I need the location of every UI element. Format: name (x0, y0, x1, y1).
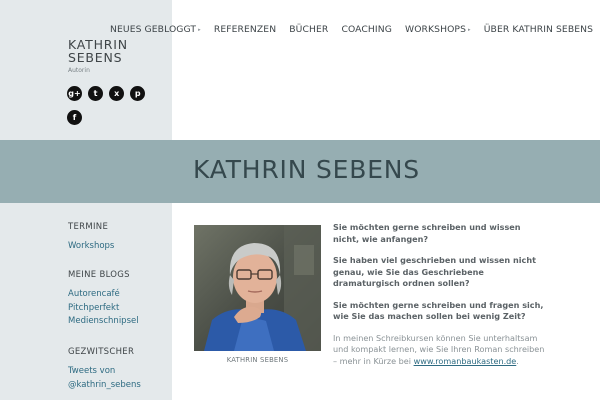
sidebar-section-blogs: MEINE BLOGS Autorencafé Pitchperfekt Med… (68, 270, 139, 329)
page: NEUES GEBLOGGT ▸ REFERENZEN BÜCHER COACHI… (0, 0, 600, 400)
intro-question-3: Sie möchten gerne schreiben und fragen s… (333, 299, 544, 322)
intro-content: Sie möchten gerne schreiben und wissen n… (333, 222, 545, 367)
googleplus-icon[interactable]: g+ (67, 86, 82, 101)
sidebar-link-pitchperfekt[interactable]: Pitchperfekt (68, 302, 139, 316)
nav-item-ueber[interactable]: ÜBER KATHRIN SEBENS (484, 24, 593, 35)
site-brand[interactable]: KATHRIN SEBENS Autorin (68, 38, 128, 74)
nav-item-buecher[interactable]: BÜCHER (289, 24, 328, 35)
nav-item-workshops[interactable]: WORKSHOPS ▸ (405, 24, 471, 35)
sidebar-section-termine: TERMINE Workshops (68, 222, 114, 254)
sidebar-link-medienschnipsel[interactable]: Medienschnipsel (68, 315, 139, 329)
sidebar-section-gezwitscher: GEZWITSCHER Tweets von @kathrin_sebens (68, 347, 141, 392)
xing-icon[interactable]: x (109, 86, 125, 101)
nav-item-coaching[interactable]: COACHING (342, 24, 392, 35)
brand-last-name: SEBENS (68, 50, 123, 65)
caret-right-icon: ▸ (198, 26, 201, 33)
photo-caption: KATHRIN SEBENS (226, 356, 289, 364)
facebook-icon[interactable]: f (67, 110, 82, 125)
sidebar-link-autorencafe[interactable]: Autorencafé (68, 288, 139, 302)
sidebar-heading: TERMINE (68, 222, 109, 232)
intro-question-1: Sie möchten gerne schreiben und wissen n… (333, 222, 521, 244)
sidebar-heading: GEZWITSCHER (68, 347, 135, 357)
portrait-photo (194, 225, 321, 351)
romanbaukasten-link[interactable]: www.romanbaukasten.de (414, 356, 517, 366)
link-suffix: . (516, 355, 519, 366)
page-title: KATHRIN SEBENS (193, 155, 420, 184)
brand-subtitle: Autorin (68, 67, 90, 74)
nav-item-referenzen[interactable]: REFERENZEN (214, 24, 276, 35)
social-icons: g+ t x p f (67, 81, 147, 129)
main-nav: NEUES GEBLOGGT ▸ REFERENZEN BÜCHER COACHI… (110, 17, 600, 36)
twitter-icon[interactable]: t (88, 86, 104, 101)
sidebar-link-twitter-handle[interactable]: @kathrin_sebens (68, 379, 141, 393)
intro-question-2: Sie haben viel geschrieben und wissen ni… (333, 255, 536, 288)
caret-right-icon: ▸ (468, 26, 471, 33)
sidebar-heading: MEINE BLOGS (68, 270, 130, 280)
sidebar-link-workshops[interactable]: Workshops (68, 240, 114, 254)
nav-item-neues-gebloggt[interactable]: NEUES GEBLOGGT ▸ (110, 24, 201, 35)
pinterest-icon[interactable]: p (130, 86, 146, 101)
sidebar-link-tweets[interactable]: Tweets von (68, 365, 141, 379)
intro-paragraph: In meinen Schreibkursen können Sie unter… (333, 333, 545, 368)
